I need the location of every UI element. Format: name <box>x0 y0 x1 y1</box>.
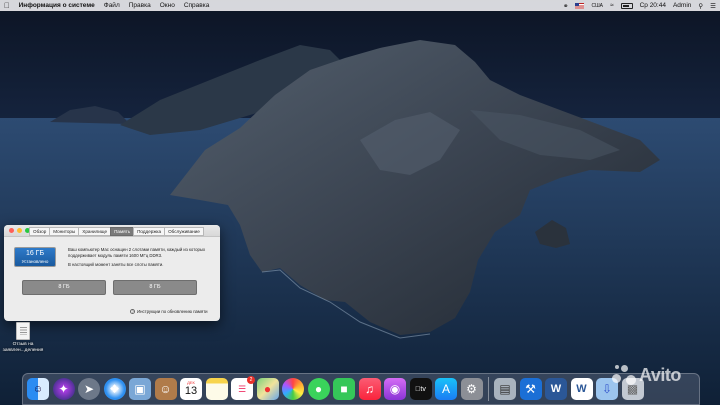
tab-memory[interactable]: Память <box>110 227 135 236</box>
apple-tv-icon[interactable]: tv <box>409 378 432 400</box>
tab-storage[interactable]: Хранилище <box>78 227 112 236</box>
help-icon: ? <box>130 309 135 314</box>
document-icon <box>16 322 30 340</box>
memory-slot-2: 8 ГБ <box>113 280 197 295</box>
calendar-month: ДЕК <box>187 380 195 385</box>
input-source-label[interactable]: США <box>591 3 603 9</box>
desktop-file-docx[interactable]: Отзыв на заявлен...деления <box>3 322 43 354</box>
desktop-wallpaper <box>0 0 720 405</box>
tab-bar: Обзор Мониторы Хранилище Память Поддержк… <box>29 227 204 236</box>
photos-icon[interactable] <box>282 378 304 400</box>
memory-description-slots: Ваш компьютер Mac оснащен 2 слотами памя… <box>68 247 206 258</box>
close-button[interactable] <box>9 228 14 233</box>
memory-upgrade-instructions-link[interactable]: ? Инструкции по обновлению памяти <box>130 309 208 314</box>
notes-icon[interactable] <box>205 378 228 400</box>
menu-bar:  Информация о системе Файл Правка Окно … <box>0 0 720 11</box>
podcasts-icon[interactable]: ◉ <box>384 378 406 400</box>
app-store-icon[interactable]: A <box>435 378 457 400</box>
memory-slot-1: 8 ГБ <box>22 280 106 295</box>
desktop-file-label: Отзыв на заявлен...деления <box>2 342 44 353</box>
memory-description: Ваш компьютер Mac оснащен 2 слотами памя… <box>68 247 218 272</box>
control-center-icon[interactable]: ☰ <box>710 2 716 10</box>
about-this-mac-window: Обзор Мониторы Хранилище Память Поддержк… <box>4 225 220 321</box>
safari-icon[interactable]: ❖ <box>103 378 126 400</box>
word-icon[interactable]: W <box>545 378 567 400</box>
maps-icon[interactable]: ● <box>256 378 279 400</box>
instructions-label: Инструкции по обновлению памяти <box>137 309 208 314</box>
menu-file[interactable]: Файл <box>104 2 120 9</box>
minimize-button[interactable] <box>17 228 22 233</box>
menu-edit[interactable]: Правка <box>129 2 151 9</box>
finder-icon[interactable]: ☺ <box>27 378 49 400</box>
flag-icon[interactable] <box>575 2 585 9</box>
dock-separator <box>488 377 489 401</box>
preview-icon[interactable]: ▣ <box>129 378 151 400</box>
tab-service[interactable]: Обслуживание <box>164 227 204 236</box>
memory-total: 16 ГБ <box>25 250 45 257</box>
wifi-icon[interactable]: ≈ <box>610 2 614 9</box>
menu-app-name[interactable]: Информация о системе <box>19 2 95 9</box>
contacts-icon[interactable]: ☺ <box>154 378 177 400</box>
creative-cloud-icon[interactable]: ⚭ <box>563 2 568 10</box>
avito-watermark: Avito <box>612 363 681 387</box>
dock: ☺ ✦ ➤ ❖ ▣ ☺ ДЕК 13 ☰ 2 ● ● ■ ♫ ◉ tv A ⚙… <box>22 373 700 405</box>
user-name[interactable]: Admin <box>673 2 691 9</box>
menu-window[interactable]: Окно <box>160 2 175 9</box>
siri-icon[interactable]: ✦ <box>52 378 75 400</box>
tab-support[interactable]: Поддержка <box>133 227 166 236</box>
calendar-day: 13 <box>184 385 198 397</box>
menu-help[interactable]: Справка <box>184 2 210 9</box>
system-preferences-icon[interactable]: ⚙ <box>460 378 483 400</box>
search-icon[interactable]: ⚲ <box>698 2 703 10</box>
battery-icon[interactable] <box>620 2 633 9</box>
tab-displays[interactable]: Мониторы <box>49 227 80 236</box>
launchpad-icon[interactable]: ➤ <box>78 378 100 400</box>
reminders-icon[interactable]: ☰ 2 <box>231 376 255 400</box>
apple-icon[interactable]:  <box>4 1 10 10</box>
clock[interactable]: Ср 20:44 <box>640 2 666 9</box>
disk-utility-icon[interactable]: ▤ <box>494 378 516 400</box>
messages-icon[interactable]: ● <box>307 378 330 400</box>
music-icon[interactable]: ♫ <box>358 378 381 400</box>
memory-total-badge: 16 ГБ Установлено <box>14 247 56 267</box>
facetime-icon[interactable]: ■ <box>333 378 355 400</box>
window-titlebar: Обзор Мониторы Хранилище Память Поддержк… <box>4 225 220 237</box>
tab-overview[interactable]: Обзор <box>29 227 51 236</box>
avito-text: Avito <box>639 364 681 385</box>
calendar-icon[interactable]: ДЕК 13 <box>180 378 202 400</box>
memory-description-occupied: В настоящий момент заняты все слоты памя… <box>68 262 164 267</box>
avito-logo-icon <box>612 363 636 387</box>
word-document-icon[interactable]: W <box>570 378 593 400</box>
reminders-badge: 2 <box>247 376 255 384</box>
xcode-icon[interactable]: ⚒ <box>519 378 542 400</box>
memory-status: Установлено <box>21 259 49 264</box>
